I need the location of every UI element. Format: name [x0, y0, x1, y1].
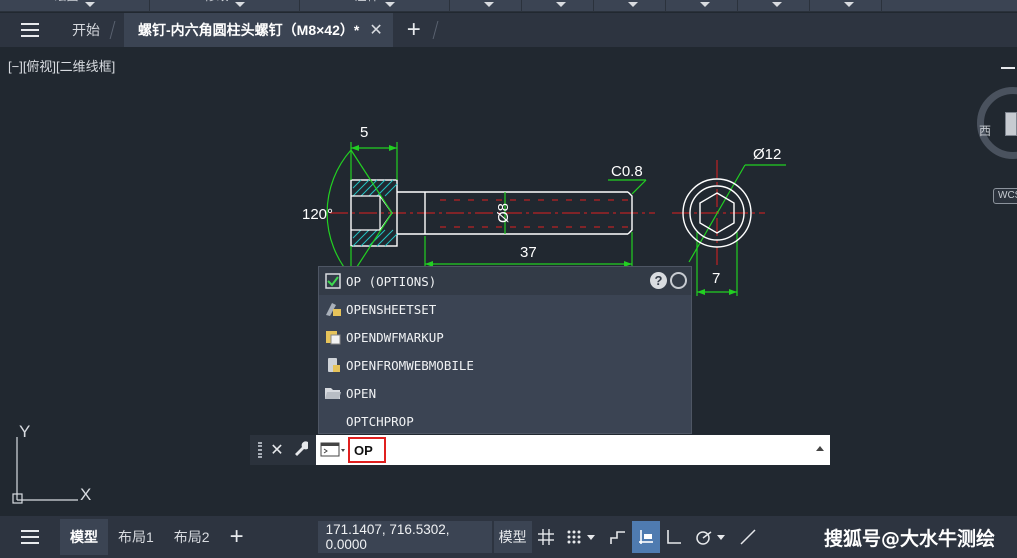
file-tab-bar: 开始 螺钉-内六角圆柱头螺钉（M8×42）* ✕ +: [0, 13, 1017, 47]
layout-menu-button[interactable]: [0, 530, 60, 544]
chevron-down-icon[interactable]: [586, 534, 595, 540]
chevron-down-icon: [843, 2, 854, 7]
hamburger-icon: [21, 23, 39, 37]
dim-diameter: Ø8: [495, 203, 512, 223]
watermark-text: 搜狐号@大水牛测绘: [823, 528, 995, 550]
help-icon[interactable]: ?: [650, 272, 667, 289]
infer-constraints-icon: [609, 531, 625, 544]
command-line-tools: ✕: [250, 435, 316, 465]
tab-label: 开始: [72, 22, 100, 38]
ribbon-panel-utilities[interactable]: [738, 0, 810, 12]
command-input[interactable]: OP: [348, 437, 386, 463]
tab-separator: [432, 21, 450, 39]
autocomplete-item-openfromwebmobile[interactable]: OPENFROMWEBMOBILE: [319, 351, 691, 379]
grid-toggle[interactable]: [532, 521, 560, 553]
coordinates-readout[interactable]: 171.1407, 716.5302, 0.0000: [317, 521, 492, 553]
sheetset-icon: [323, 300, 343, 318]
ribbon-panel-draw[interactable]: 绘图: [0, 0, 150, 12]
polar-tracking-icon: [695, 531, 712, 545]
ribbon-panel-modify[interactable]: 修改: [150, 0, 300, 12]
tab-active-drawing[interactable]: 螺钉-内六角圆柱头螺钉（M8×42）* ✕: [124, 13, 393, 47]
command-autocomplete-list: OP (OPTIONS) ? OPENSHEETSET OPENDWFMARKU…: [318, 266, 692, 434]
snap-toggle[interactable]: [560, 521, 604, 553]
wrench-icon[interactable]: [292, 440, 310, 461]
tab-label: 布局1: [118, 529, 154, 545]
autocomplete-label: OPENSHEETSET: [346, 301, 437, 317]
model-space-button[interactable]: 模型: [493, 521, 532, 553]
ribbon-panel-layers[interactable]: [450, 0, 522, 12]
autocomplete-item-opensheetset[interactable]: OPENSHEETSET: [319, 295, 691, 323]
autocomplete-label: OPENFROMWEBMOBILE: [346, 357, 474, 373]
dwf-markup-icon: [323, 328, 343, 346]
chevron-down-icon: [555, 2, 566, 7]
ribbon-panel-properties[interactable]: [594, 0, 666, 12]
ribbon-panel-annotate[interactable]: 注释: [300, 0, 450, 12]
dim-angle: 120°: [302, 206, 333, 223]
isodraft-toggle[interactable]: [734, 521, 762, 553]
dim-thread-length: 37: [520, 244, 537, 261]
hamburger-icon: [21, 530, 39, 544]
chevron-down-icon: [384, 2, 395, 7]
ribbon-panel-block[interactable]: [522, 0, 594, 12]
close-icon[interactable]: ✕: [369, 20, 382, 40]
chevron-up-icon[interactable]: [816, 446, 824, 451]
new-tab-button[interactable]: +: [393, 13, 435, 47]
application-menu-button[interactable]: [0, 13, 60, 47]
dynamic-input-toggle[interactable]: [631, 521, 660, 553]
dim-head-diameter: Ø12: [753, 146, 781, 163]
autocomplete-item-optchprop[interactable]: OPTCHPROP: [319, 407, 691, 435]
web-mobile-icon: [323, 356, 343, 374]
chevron-down-icon[interactable]: [716, 534, 725, 540]
command-input-area[interactable]: OP: [316, 435, 830, 465]
chevron-down-icon: [234, 2, 245, 7]
tab-start[interactable]: 开始: [60, 13, 112, 47]
dim-head-length: 5: [360, 124, 368, 141]
ribbon-panel-groups[interactable]: [666, 0, 738, 12]
chevron-down-icon: [84, 2, 95, 7]
dim-hex-size: 7: [712, 270, 720, 287]
new-layout-button[interactable]: +: [220, 519, 254, 555]
folder-icon: [323, 384, 343, 402]
ortho-toggle[interactable]: [660, 521, 688, 553]
snap-dots-icon: [567, 530, 581, 544]
tab-label: 螺钉-内六角圆柱头螺钉（M8×42）*: [138, 22, 360, 38]
grid-icon: [537, 529, 554, 545]
chevron-down-icon: [627, 2, 638, 7]
drag-handle[interactable]: [258, 442, 263, 458]
ribbon-panel-clipboard[interactable]: [810, 0, 882, 12]
tab-label: 布局2: [173, 529, 210, 545]
dim-chamfer: C0.8: [611, 163, 643, 180]
close-icon[interactable]: ✕: [270, 440, 283, 460]
plus-icon: +: [406, 16, 421, 43]
internet-search-icon[interactable]: [670, 272, 687, 289]
autocomplete-label: OPEN: [346, 385, 377, 401]
tab-label: 模型: [70, 529, 98, 545]
checkbox-icon: [323, 272, 343, 290]
polar-tracking-toggle[interactable]: [688, 521, 734, 553]
ucs-y-label: Y: [19, 422, 30, 441]
ucs-x-label: X: [80, 485, 91, 504]
autocomplete-item-opendwfmarkup[interactable]: OPENDWFMARKUP: [319, 323, 691, 351]
autocomplete-label: OPTCHPROP: [346, 413, 414, 429]
autocomplete-item-open[interactable]: OPEN: [319, 379, 691, 407]
chevron-down-icon: [483, 2, 494, 7]
command-prompt-icon[interactable]: [320, 441, 346, 459]
autocomplete-item-op-options[interactable]: OP (OPTIONS) ?: [319, 267, 691, 295]
chevron-down-icon: [771, 2, 782, 7]
plus-icon: +: [229, 523, 244, 550]
chevron-down-icon: [699, 2, 710, 7]
command-line: ✕ OP: [250, 435, 830, 465]
autocomplete-label: OP (OPTIONS): [346, 273, 437, 289]
tab-layout1[interactable]: 布局1: [108, 519, 164, 555]
tab-model[interactable]: 模型: [60, 519, 108, 555]
autocomplete-label: OPENDWFMARKUP: [346, 329, 444, 345]
ortho-icon: [666, 530, 681, 544]
tab-layout2[interactable]: 布局2: [164, 519, 220, 555]
isodraft-icon: [740, 529, 756, 545]
ribbon-panel-bar: 绘图 修改 注释: [0, 0, 1017, 12]
status-bar: 模型 布局1 布局2 + 171.1407, 716.5302, 0.0000 …: [0, 516, 1017, 558]
dynamic-input-icon: [638, 530, 653, 544]
infer-constraints-toggle[interactable]: [604, 521, 632, 553]
ucs-icon: [12, 437, 78, 504]
